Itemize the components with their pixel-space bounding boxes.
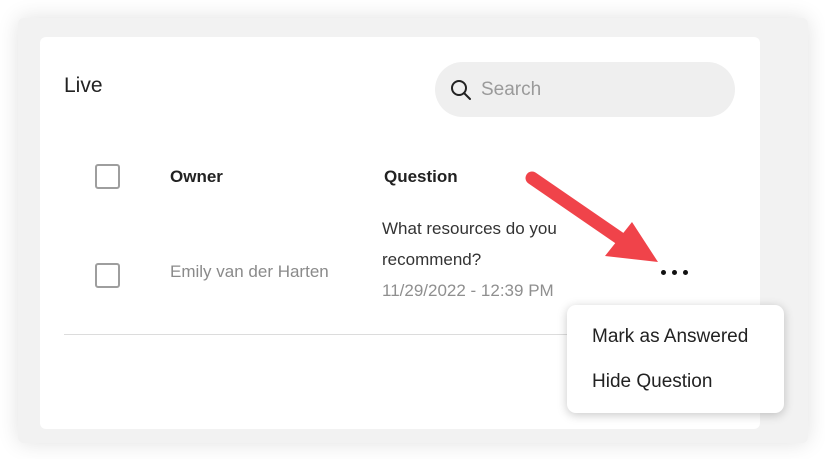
more-dot (683, 270, 688, 275)
search-icon (451, 80, 471, 100)
column-header-question: Question (384, 167, 458, 186)
column-header-owner: Owner (170, 167, 223, 186)
search-box[interactable] (435, 62, 735, 117)
search-input[interactable] (479, 72, 723, 108)
more-horizontal-icon (661, 270, 666, 275)
owner-cell: Emily van der Harten (170, 262, 329, 281)
panel-title: Live (64, 74, 103, 97)
menu-item-mark-as-answered[interactable]: Mark as Answered (592, 326, 748, 348)
row-divider (64, 334, 584, 335)
select-all-checkbox[interactable] (95, 164, 120, 189)
row-select-checkbox[interactable] (95, 263, 120, 288)
question-timestamp: 11/29/2022 - 12:39 PM (382, 281, 554, 300)
question-context-menu: Mark as Answered Hide Question (567, 305, 784, 413)
more-dot (672, 270, 677, 275)
callout-arrow-icon (525, 171, 658, 262)
screenshot-frame: Live Owner Question Emily van der Harten… (0, 0, 825, 459)
menu-item-hide-question[interactable]: Hide Question (592, 371, 712, 393)
